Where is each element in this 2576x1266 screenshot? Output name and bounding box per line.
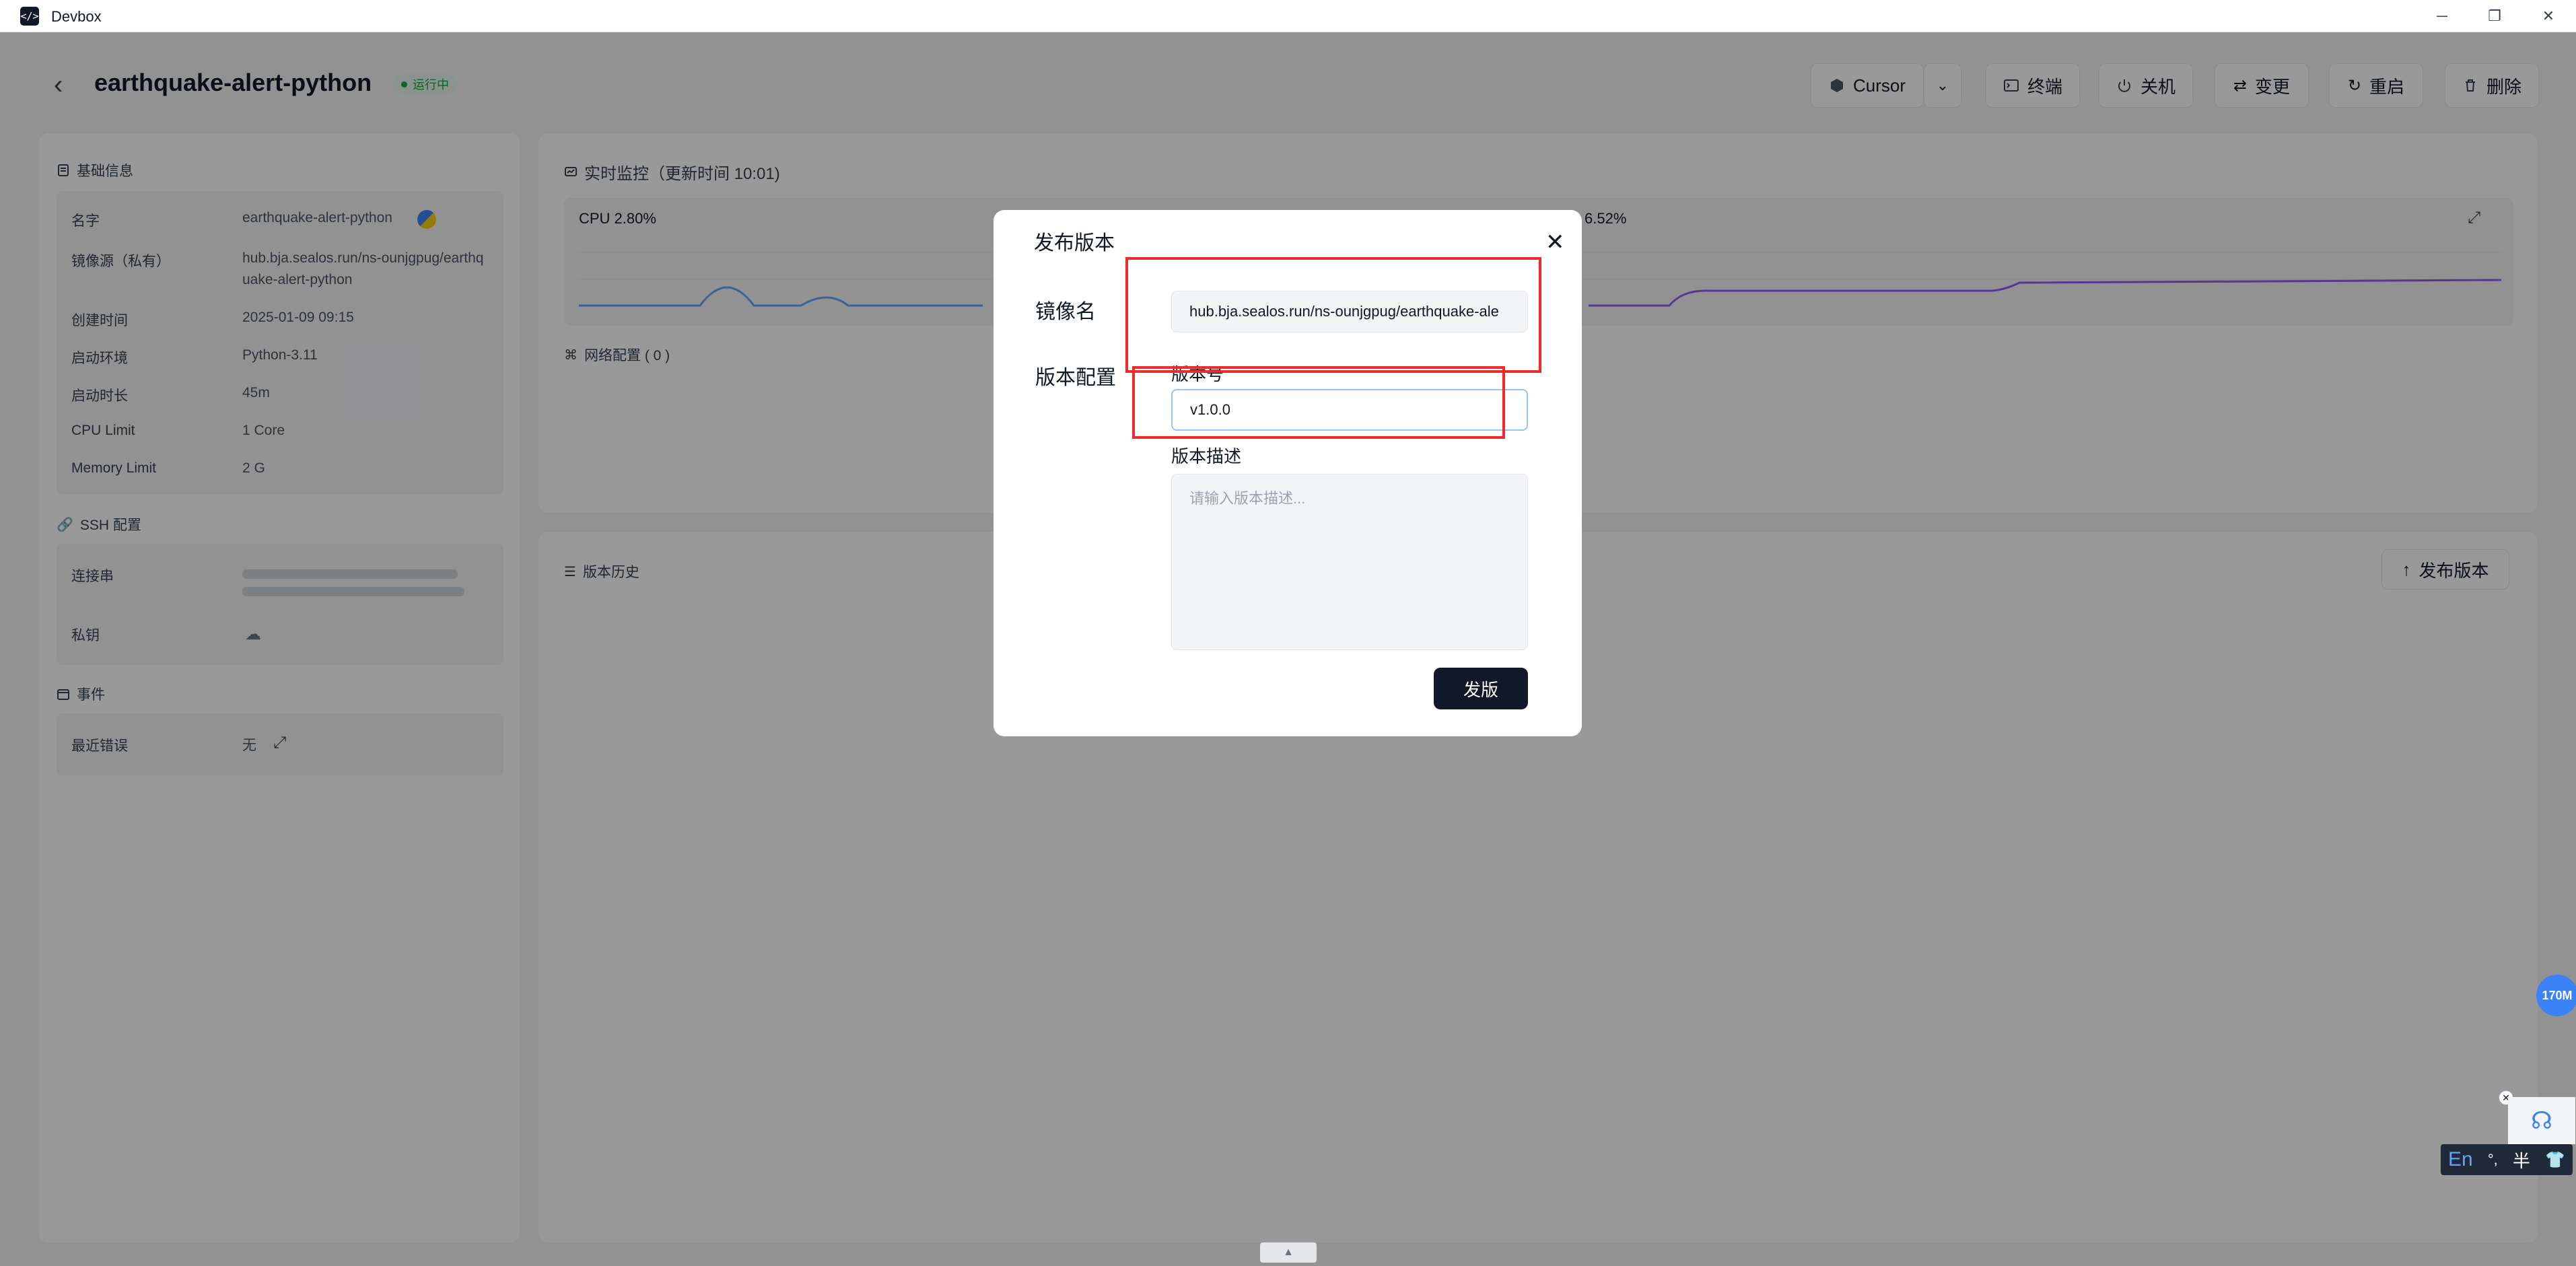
ime-lang[interactable]: En — [2448, 1148, 2473, 1171]
devbox-app-icon: </> — [20, 7, 39, 26]
ime-punct[interactable]: °, — [2488, 1151, 2498, 1168]
support-headset-icon[interactable]: ☊ — [2508, 1097, 2575, 1144]
modal-title: 发布版本 — [1034, 232, 1115, 254]
annotation-box-version — [1132, 366, 1505, 439]
ime-skin-icon[interactable]: 👕 — [2545, 1150, 2565, 1170]
image-name-label: 镜像名 — [1035, 301, 1096, 323]
submit-release-button[interactable]: 发版 — [1434, 668, 1528, 709]
version-desc-label: 版本描述 — [1171, 446, 1242, 466]
version-config-label: 版本配置 — [1035, 367, 1116, 389]
window-titlebar — [0, 0, 2576, 32]
window-title: Devbox — [51, 8, 102, 25]
bottom-expand-handle[interactable]: ▲ — [1260, 1242, 1317, 1263]
ime-toolbar[interactable]: En °, 半 👕 — [2441, 1144, 2573, 1175]
annotation-box-image-name — [1125, 257, 1541, 373]
minimize-icon[interactable]: ─ — [2422, 4, 2462, 28]
ime-width[interactable]: 半 — [2513, 1148, 2530, 1172]
version-desc-textarea[interactable]: 请输入版本描述... — [1171, 474, 1528, 650]
close-window-icon[interactable]: ✕ — [2528, 4, 2569, 28]
restore-icon[interactable]: ❐ — [2474, 4, 2515, 28]
memory-usage-badge[interactable]: 170M — [2536, 975, 2576, 1016]
modal-close-icon[interactable]: ✕ — [1545, 229, 1565, 256]
